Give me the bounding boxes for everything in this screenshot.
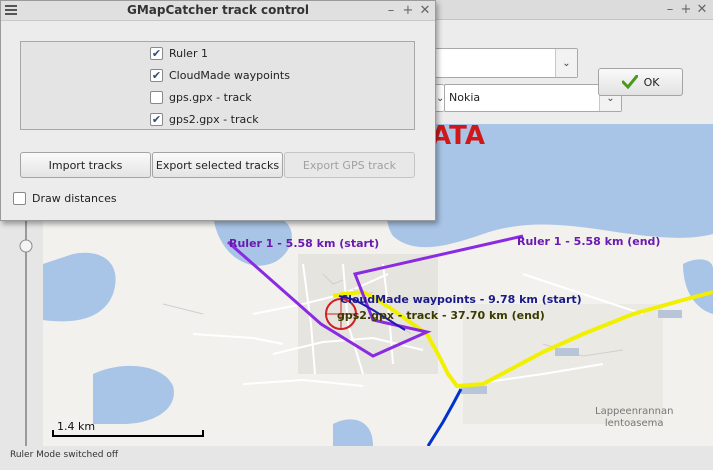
checkbox-cloudmade[interactable]: ✔	[150, 68, 163, 82]
status-text: Ruler Mode switched off	[10, 450, 119, 460]
checkbox-ruler[interactable]: ✔	[150, 46, 163, 60]
minimize-icon[interactable]: –	[662, 2, 678, 18]
map-service-select[interactable]: Nokia ⌄	[444, 84, 622, 112]
close-icon[interactable]: ✕	[417, 3, 433, 19]
checkbox-gps2[interactable]: ✔	[150, 112, 163, 126]
draw-distances-label: Draw distances	[32, 192, 117, 205]
close-icon[interactable]: ✕	[694, 2, 710, 18]
map-brand-text: ATA	[431, 124, 485, 151]
track-label: CloudMade waypoints	[169, 68, 290, 82]
road-badge	[658, 310, 682, 318]
gps-track-line	[426, 388, 463, 446]
ok-button[interactable]: OK	[598, 68, 683, 96]
draw-distances-option[interactable]: Draw distances	[13, 192, 117, 205]
chevron-down-icon[interactable]: ⌄	[555, 49, 577, 77]
ok-label: OK	[643, 75, 660, 89]
track-control-dialog: GMapCatcher track control – + ✕ ✔ Ruler …	[0, 0, 436, 221]
ruler-end-label: Ruler 1 - 5.58 km (end)	[517, 235, 661, 248]
map-service-value: Nokia	[449, 91, 481, 104]
checkbox-gps[interactable]	[150, 90, 163, 104]
zoom-slider-handle	[19, 239, 33, 253]
maximize-icon[interactable]: +	[678, 2, 694, 18]
checkbox-draw-distances[interactable]	[13, 192, 26, 205]
track-label: gps.gpx - track	[169, 90, 252, 104]
track-label: gps2.gpx - track	[169, 112, 259, 126]
ruler-start-label: Ruler 1 - 5.58 km (start)	[229, 237, 380, 250]
checkmark-icon	[621, 75, 638, 89]
status-bar: Ruler Mode switched off	[0, 446, 713, 470]
gps2-end-label: gps2.gpx - track - 37.70 km (end)	[337, 309, 545, 322]
track-item-gps2[interactable]: ✔ gps2.gpx - track	[150, 111, 259, 127]
export-gps-button[interactable]: Export GPS track	[284, 152, 415, 178]
import-tracks-button[interactable]: Import tracks	[20, 152, 151, 178]
lake-south	[93, 365, 174, 424]
place-line-1: Lappeenrannan	[595, 406, 674, 417]
maximize-icon[interactable]: +	[400, 3, 416, 19]
lake-east	[683, 259, 713, 314]
scale-label: 1.4 km	[57, 420, 96, 433]
airport-place-label: Lappeenrannan lentoasema	[595, 406, 673, 430]
track-item-ruler[interactable]: ✔ Ruler 1	[150, 45, 208, 61]
track-item-gps[interactable]: gps.gpx - track	[150, 89, 252, 105]
cloudmade-start-label: CloudMade waypoints - 9.78 km (start)	[340, 293, 582, 306]
road-badge	[555, 348, 579, 356]
track-label: Ruler 1	[169, 46, 208, 60]
dialog-title: GMapCatcher track control	[127, 3, 309, 17]
place-line-2: lentoasema	[604, 418, 664, 429]
lake-southcenter	[333, 419, 373, 446]
lake-southwest	[43, 252, 116, 322]
location-combo[interactable]: ⌄	[434, 48, 578, 78]
minimize-icon[interactable]: –	[383, 3, 399, 19]
dialog-titlebar[interactable]: GMapCatcher track control – + ✕	[1, 1, 435, 21]
track-list: ✔ Ruler 1 ✔ CloudMade waypoints gps.gpx …	[20, 41, 415, 130]
export-selected-button[interactable]: Export selected tracks	[152, 152, 283, 178]
track-item-cloudmade[interactable]: ✔ CloudMade waypoints	[150, 67, 290, 83]
